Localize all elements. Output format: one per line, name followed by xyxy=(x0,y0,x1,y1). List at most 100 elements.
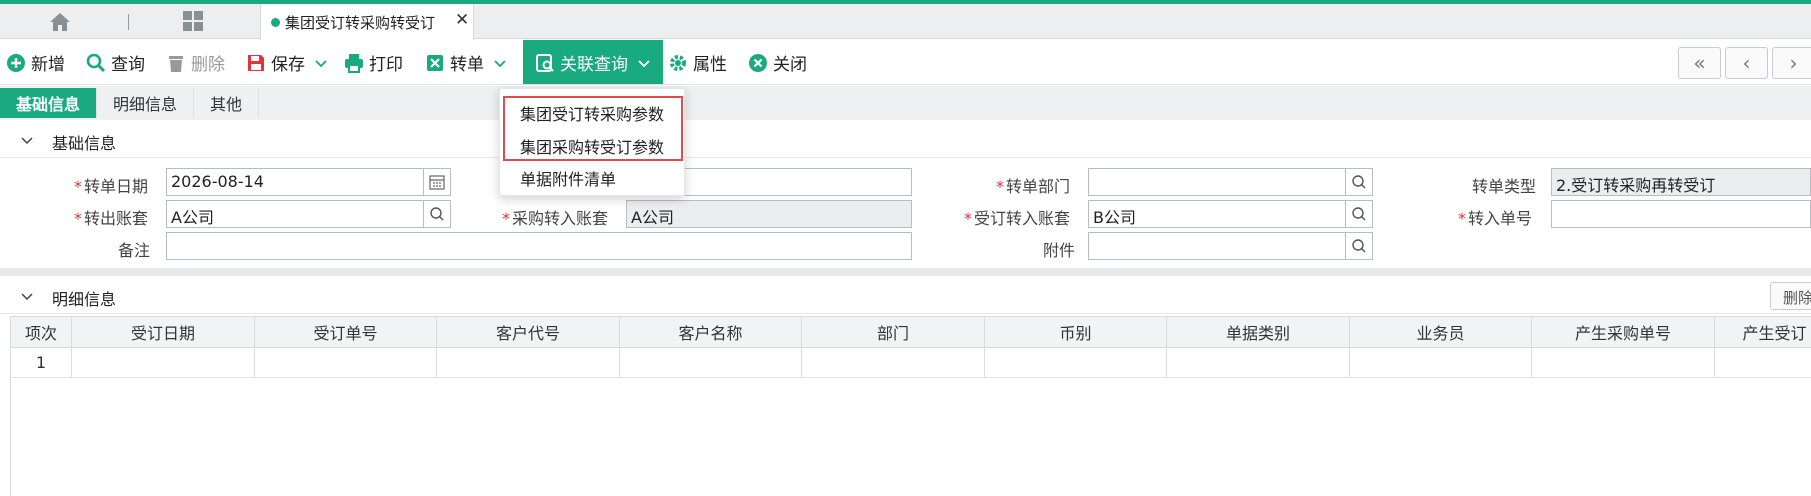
order-in-account-lookup-button[interactable] xyxy=(1345,200,1373,228)
type-label: 转单类型 xyxy=(1472,177,1537,196)
prev-icon: ‹ xyxy=(1742,51,1751,75)
table-cell[interactable] xyxy=(985,348,1167,377)
search-icon xyxy=(430,207,444,221)
table-cell[interactable] xyxy=(1532,348,1715,377)
column-header[interactable]: 产生受订 xyxy=(1715,317,1811,347)
table-cell[interactable] xyxy=(72,348,255,377)
remark-field[interactable] xyxy=(166,232,912,260)
in-number-field[interactable] xyxy=(1551,200,1811,228)
gear-icon xyxy=(670,54,686,71)
dept-label: * 转单部门 xyxy=(996,177,1071,196)
plus-circle-icon xyxy=(7,53,25,72)
detail-grid: 项次 受订日期 受订单号 客户代号 客户名称 部门 币别 单据类别 业务员 产生… xyxy=(10,316,1811,496)
type-field[interactable]: 2.受订转采购再转受订 xyxy=(1551,168,1811,196)
tab-separator xyxy=(128,14,129,30)
order-in-account-label: * 受订转入账套 xyxy=(964,209,1071,228)
order-in-account-field[interactable]: B公司 xyxy=(1088,200,1346,228)
close-button[interactable]: 关闭 xyxy=(748,40,807,85)
related-query-button[interactable]: 关联查询 xyxy=(523,40,663,85)
related-query-menu: 集团受订转采购参数 集团采购转受订参数 单据附件清单 xyxy=(499,88,685,196)
home-icon[interactable] xyxy=(48,11,72,33)
first-icon: « xyxy=(1693,51,1706,75)
basic-info-section-header[interactable]: 基础信息 xyxy=(0,122,1811,158)
chevron-down-icon[interactable] xyxy=(637,56,651,70)
column-header[interactable]: 受订日期 xyxy=(72,317,255,347)
subtab-band xyxy=(0,86,1811,120)
print-button[interactable]: 打印 xyxy=(344,40,403,85)
table-cell[interactable] xyxy=(255,348,437,377)
chevron-down-icon[interactable] xyxy=(20,134,34,148)
dept-field[interactable] xyxy=(1088,168,1346,196)
column-header[interactable]: 业务员 xyxy=(1350,317,1532,347)
next-record-button[interactable]: › xyxy=(1772,47,1811,79)
attach-label: 附件 xyxy=(1043,241,1076,260)
chevron-down-icon[interactable] xyxy=(314,56,328,70)
properties-button[interactable]: 属性 xyxy=(668,40,727,85)
table-cell[interactable] xyxy=(1350,348,1532,377)
related-query-label: 关联查询 xyxy=(560,55,628,75)
tab-other[interactable]: 其他 xyxy=(194,88,260,118)
close-tab-icon[interactable]: ✕ xyxy=(455,10,469,30)
column-header[interactable]: 客户名称 xyxy=(620,317,802,347)
new-button[interactable]: 新增 xyxy=(6,40,65,85)
column-header[interactable]: 单据类别 xyxy=(1167,317,1350,347)
column-header[interactable]: 客户代号 xyxy=(437,317,620,347)
document-tab[interactable]: 集团受订转采购转受订 ✕ xyxy=(260,4,474,40)
save-button[interactable]: 保存 xyxy=(246,40,328,85)
attach-field[interactable] xyxy=(1088,232,1346,260)
date-field[interactable]: 2026-08-14 xyxy=(166,168,424,196)
printer-icon xyxy=(345,53,363,73)
calendar-icon xyxy=(429,175,445,190)
menu-item-purchase-to-order-params[interactable]: 集团采购转受订参数 xyxy=(520,134,664,158)
search-icon xyxy=(1352,239,1366,253)
properties-label: 属性 xyxy=(693,55,727,75)
column-header[interactable]: 币别 xyxy=(985,317,1167,347)
close-label: 关闭 xyxy=(773,55,807,75)
date-label: * 转单日期 xyxy=(74,177,149,196)
out-account-field[interactable]: A公司 xyxy=(166,200,424,228)
column-header[interactable]: 部门 xyxy=(802,317,985,347)
menu-item-attachment-list[interactable]: 单据附件清单 xyxy=(520,166,616,190)
table-cell[interactable] xyxy=(1715,348,1811,377)
next-icon: › xyxy=(1789,51,1798,75)
delete-label: 删除 xyxy=(191,55,225,75)
grid-header-row: 项次 受订日期 受订单号 客户代号 客户名称 部门 币别 单据类别 业务员 产生… xyxy=(11,316,1811,348)
attach-lookup-button[interactable] xyxy=(1345,232,1373,260)
column-header[interactable]: 受订单号 xyxy=(255,317,437,347)
basic-info-section-title: 基础信息 xyxy=(52,134,117,153)
column-header[interactable]: 项次 xyxy=(11,317,72,347)
table-row[interactable]: 1 xyxy=(11,348,1811,378)
detail-info-section-title: 明细信息 xyxy=(52,290,117,309)
tab-basic-info[interactable]: 基础信息 xyxy=(0,88,98,118)
convert-button[interactable]: 转单 xyxy=(425,40,507,85)
close-circle-icon xyxy=(749,53,767,72)
table-cell[interactable] xyxy=(1167,348,1350,377)
prev-record-button[interactable]: ‹ xyxy=(1725,47,1768,79)
table-cell[interactable]: 1 xyxy=(11,348,72,377)
out-account-lookup-button[interactable] xyxy=(423,200,451,228)
active-dot-icon xyxy=(271,18,280,27)
menu-item-order-to-purchase-params[interactable]: 集团受订转采购参数 xyxy=(520,101,664,125)
grid-icon[interactable] xyxy=(182,10,204,32)
first-record-button[interactable]: « xyxy=(1678,47,1721,79)
table-cell[interactable] xyxy=(437,348,620,377)
dept-lookup-button[interactable] xyxy=(1345,168,1373,196)
chevron-down-icon[interactable] xyxy=(493,56,507,70)
delete-row-button[interactable]: 删除 xyxy=(1770,282,1811,310)
purchase-in-account-label: * 采购转入账套 xyxy=(502,209,609,228)
save-label: 保存 xyxy=(271,55,305,75)
delete-button[interactable]: 删除 xyxy=(166,40,225,85)
detail-info-section-header[interactable]: 明细信息 xyxy=(0,278,1811,314)
search-icon xyxy=(86,53,106,72)
search-icon xyxy=(1352,207,1366,221)
column-header[interactable]: 产生采购单号 xyxy=(1532,317,1715,347)
table-cell[interactable] xyxy=(802,348,985,377)
calendar-button[interactable] xyxy=(423,168,451,196)
tab-detail-info[interactable]: 明细信息 xyxy=(97,88,195,118)
print-label: 打印 xyxy=(369,55,403,75)
chevron-down-icon[interactable] xyxy=(20,290,34,304)
table-cell[interactable] xyxy=(620,348,802,377)
purchase-in-account-field[interactable]: A公司 xyxy=(626,200,912,228)
query-button[interactable]: 查询 xyxy=(86,40,145,85)
convert-icon xyxy=(427,54,443,71)
